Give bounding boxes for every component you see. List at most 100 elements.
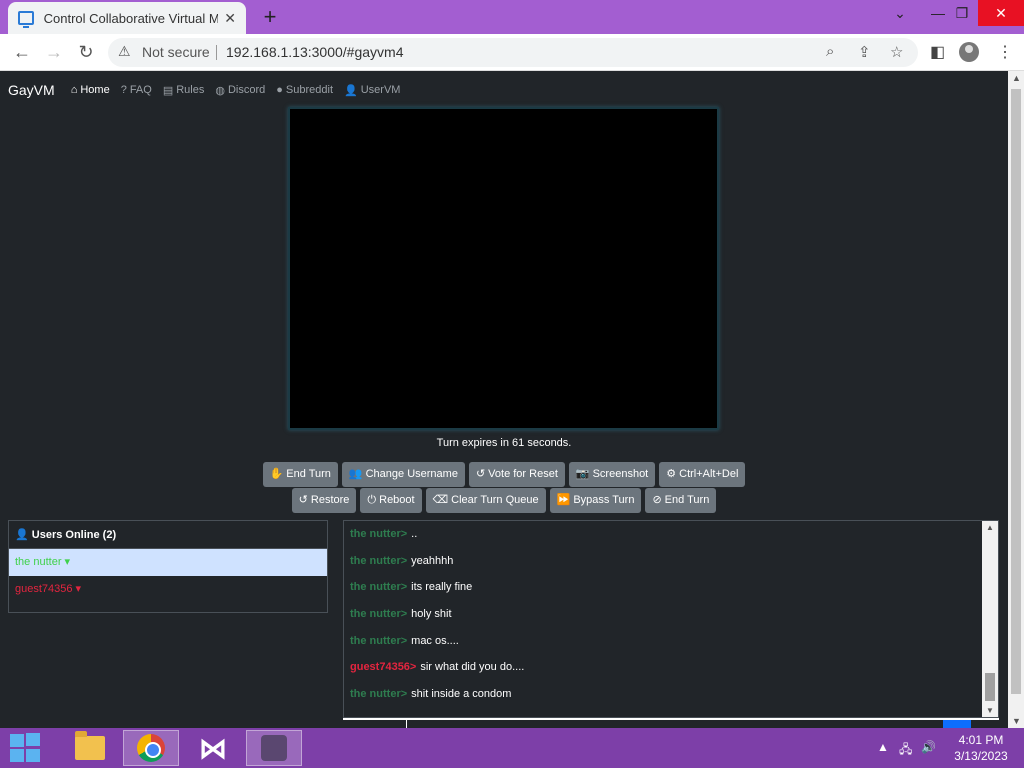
zoom-icon[interactable]: ⌕ — [826, 43, 834, 60]
tab-title: Control Collaborative Virtual Machine — [43, 10, 219, 26]
restore-button[interactable]: ↺ Restore — [291, 488, 357, 513]
scroll-down-icon[interactable]: ▼ — [986, 706, 994, 715]
end-turn-button[interactable]: ✋ End Turn — [262, 462, 338, 487]
chat-text: its really fine — [411, 581, 473, 594]
nav-label: Subreddit — [285, 84, 334, 96]
home-icon: ⌂ — [70, 84, 78, 96]
back-arrow-icon[interactable]: ← — [10, 40, 34, 64]
scroll-down-icon[interactable]: ▼ — [1012, 716, 1021, 726]
nav-label: UserVM — [360, 84, 401, 96]
chat-message: the nutter> shit inside a condom — [344, 681, 998, 708]
chat-message: the nutter> holy shit — [344, 601, 998, 628]
users-online-panel: 👤 Users Online (2) the nutter ▾ guest743… — [8, 520, 328, 613]
start-pane — [26, 733, 40, 746]
nav-label: Discord — [227, 84, 266, 96]
user-list-item[interactable]: the nutter ▾ — [9, 549, 327, 576]
chrome-icon — [137, 734, 165, 762]
chat-username: the nutter> — [350, 608, 408, 621]
side-panel-icon[interactable]: ◧ — [930, 42, 945, 62]
tab-search-icon[interactable]: ⌄ — [886, 0, 914, 26]
taskbar-clock[interactable]: 4:01 PM 3/13/2023 — [948, 732, 1014, 764]
site-brand[interactable]: GayVM — [8, 82, 55, 98]
end-turn-admin-button[interactable]: ⊘ End Turn — [645, 488, 717, 513]
address-separator — [216, 45, 217, 60]
gear-icon: ⚙ — [666, 468, 677, 480]
turn-status: Turn expires in 61 seconds. — [436, 437, 572, 449]
network-icon[interactable]: 🖧 — [899, 740, 912, 761]
url-text[interactable]: 192.168.1.13:3000/#gayvm4 — [226, 44, 403, 60]
chat-username: guest74356> — [350, 661, 417, 674]
users-online-header: 👤 Users Online (2) — [9, 521, 327, 549]
forward-arrow-icon[interactable]: → — [42, 40, 66, 64]
scroll-up-icon[interactable]: ▲ — [986, 523, 994, 532]
clear-turn-queue-button[interactable]: ⌫ Clear Turn Queue — [425, 488, 546, 513]
nav-discord[interactable]: ◍ Discord — [215, 84, 265, 97]
chat-scrollbar[interactable]: ▲ ▼ — [982, 521, 998, 717]
folder-icon — [75, 731, 105, 760]
close-window-button[interactable]: ✕ — [978, 0, 1024, 26]
nav-uservm[interactable]: 👤 UserVM — [344, 84, 400, 97]
maximize-button[interactable]: ❐ — [948, 0, 976, 26]
button-label: Restore — [310, 494, 350, 506]
button-label: Ctrl+Alt+Del — [679, 468, 739, 480]
chat-message: the nutter> yeahhhh — [344, 548, 998, 575]
user-icon: 👤 — [344, 84, 358, 97]
tab-close-icon[interactable]: ✕ — [224, 10, 236, 27]
taskbar: ⋈ ▲ 🖧 🔊 4:01 PM 3/13/2023 — [0, 728, 1024, 768]
vote-reset-button[interactable]: ↺ Vote for Reset — [468, 462, 565, 487]
chat-username: the nutter> — [350, 554, 408, 567]
tray-chevron-icon[interactable]: ▲ — [877, 740, 889, 754]
browser-tabstrip: Control Collaborative Virtual Machine ✕ … — [0, 0, 1024, 34]
visual-studio-taskbar-button[interactable]: ⋈ — [185, 730, 241, 766]
ctrl-alt-del-button[interactable]: ⚙ Ctrl+Alt+Del — [659, 462, 746, 487]
bypass-turn-button[interactable]: ⏩ Bypass Turn — [549, 488, 642, 513]
vm-app-taskbar-button[interactable] — [246, 730, 302, 766]
vm-display[interactable] — [288, 107, 719, 430]
nav-rules[interactable]: ▤ Rules — [163, 84, 205, 97]
profile-avatar-icon[interactable] — [959, 42, 979, 62]
browser-tab[interactable]: Control Collaborative Virtual Machine ✕ — [8, 2, 246, 34]
chat-scroll-thumb[interactable] — [985, 673, 995, 701]
send-button[interactable] — [943, 720, 971, 728]
bookmark-star-icon[interactable]: ☆ — [890, 43, 903, 61]
nav-subreddit[interactable]: ● Subreddit — [276, 84, 333, 96]
page-scroll-thumb[interactable] — [1011, 89, 1021, 694]
chat-message: the nutter>.. — [344, 521, 998, 548]
page-content: GayVM ⌂ Home ? FAQ ▤ Rules ◍ Discord ● Subred… — [0, 71, 1008, 728]
chat-text: sir what did you do.... — [420, 661, 525, 674]
start-pane — [10, 749, 24, 762]
button-label: End Turn — [664, 494, 710, 506]
change-username-button[interactable]: 👥 Change Username — [341, 462, 465, 487]
nav-home[interactable]: ⌂ Home — [71, 84, 110, 96]
page-scrollbar[interactable]: ▲ ▼ — [1008, 71, 1024, 728]
reload-icon[interactable]: ↻ — [74, 40, 98, 64]
reboot-button[interactable]: ⏻ Reboot — [360, 488, 422, 513]
user-list-item[interactable]: guest74356 ▾ — [9, 576, 327, 603]
chat-username: the nutter> — [350, 688, 408, 701]
not-secure-label[interactable]: Not secure — [142, 44, 210, 60]
site-navbar: GayVM ⌂ Home ? FAQ ▤ Rules ◍ Discord ● Subred… — [0, 79, 411, 101]
chat-log[interactable]: the nutter>.. the nutter> yeahhhh the nut… — [343, 520, 999, 718]
button-label: Screenshot — [592, 468, 649, 480]
nav-faq[interactable]: ? FAQ — [121, 84, 152, 96]
fast-forward-icon: ⏩ — [556, 494, 571, 506]
question-icon: ? — [120, 84, 127, 96]
chat-username-field[interactable] — [345, 720, 407, 728]
windows-start-icon[interactable] — [10, 733, 42, 763]
new-tab-button[interactable]: + — [258, 5, 282, 29]
chat-text: mac os.... — [411, 634, 459, 647]
scroll-up-icon[interactable]: ▲ — [1012, 73, 1021, 83]
chrome-taskbar-button[interactable] — [123, 730, 179, 766]
volume-icon[interactable]: 🔊 — [921, 740, 936, 754]
clipboard-icon: ▤ — [162, 84, 174, 97]
file-explorer-taskbar-button[interactable] — [62, 730, 118, 766]
address-bar[interactable]: ⚠ Not secure 192.168.1.13:3000/#gayvm4 ⌕… — [108, 38, 918, 67]
button-label: Reboot — [379, 494, 415, 506]
start-pane — [26, 749, 40, 762]
screenshot-button[interactable]: 📷 Screenshot — [568, 462, 656, 487]
menu-dots-icon[interactable]: ⋮ — [997, 42, 1013, 62]
clock-time: 4:01 PM — [958, 733, 1004, 747]
share-icon[interactable]: ⇪ — [858, 43, 871, 61]
clock-date: 3/13/2023 — [954, 749, 1008, 763]
vm-app-icon — [261, 735, 287, 761]
